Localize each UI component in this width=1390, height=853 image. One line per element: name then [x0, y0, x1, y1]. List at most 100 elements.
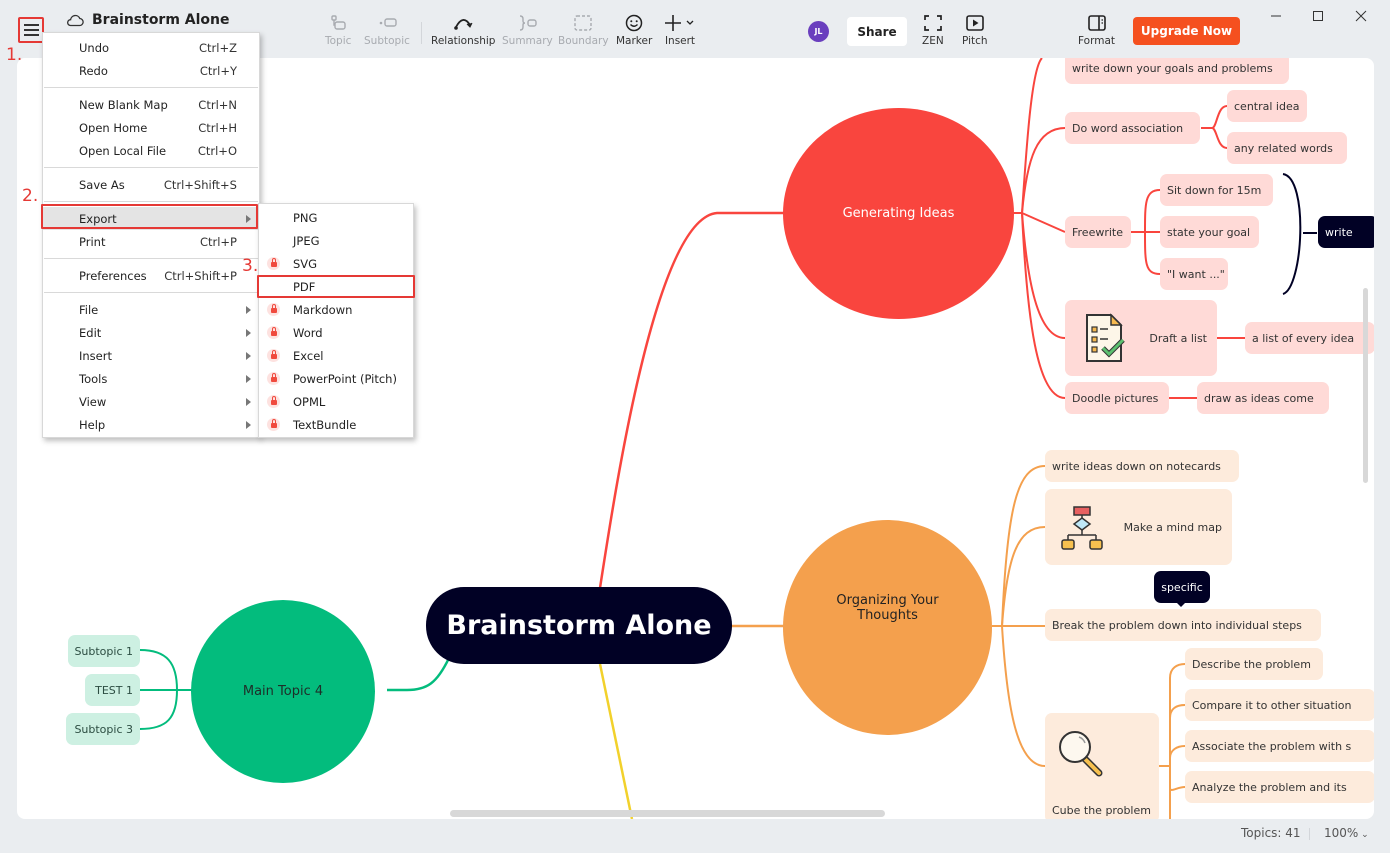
tools-label: Tools — [79, 371, 108, 386]
menu-item-edit[interactable]: Edit — [43, 321, 259, 344]
subtopic-test-1[interactable]: TEST 1 — [85, 674, 140, 706]
zoom-level-dropdown[interactable]: 100% ⌄ — [1324, 826, 1369, 840]
menu-item-redo[interactable]: Redo Ctrl+Y — [43, 59, 259, 82]
pitch-button[interactable]: Pitch — [962, 14, 988, 47]
cube-problem-label: Cube the problem — [1052, 804, 1151, 817]
menu-item-undo[interactable]: Undo Ctrl+Z — [43, 36, 259, 59]
subtopic-notecards[interactable]: write ideas down on notecards — [1045, 450, 1239, 482]
maximize-button[interactable] — [1310, 8, 1326, 24]
subtopic-write-down-goals[interactable]: write down your goals and problems — [1065, 58, 1289, 84]
new-blank-map-label: New Blank Map — [79, 97, 168, 112]
menu-item-open-local-file[interactable]: Open Local File Ctrl+O — [43, 139, 259, 162]
subtopic-state-goal[interactable]: state your goal — [1160, 216, 1259, 248]
relationship-button[interactable]: Relationship — [431, 14, 495, 47]
subtopic-compare[interactable]: Compare it to other situation — [1185, 689, 1374, 721]
marker-button[interactable]: Marker — [616, 14, 652, 47]
boundary-button[interactable]: Boundary — [558, 14, 609, 47]
main-topic-generating-ideas[interactable]: Generating Ideas — [783, 108, 1014, 319]
open-home-label: Open Home — [79, 120, 148, 135]
export-svg[interactable]: SVG — [259, 252, 413, 275]
export-textbundle[interactable]: TextBundle — [259, 413, 413, 436]
word-label: Word — [293, 325, 323, 340]
powerpoint-label: PowerPoint (Pitch) — [293, 371, 397, 386]
insert-button[interactable]: Insert — [664, 14, 696, 47]
summary-write[interactable]: write — [1318, 216, 1374, 248]
export-jpeg[interactable]: JPEG — [259, 229, 413, 252]
document-name: Brainstorm Alone — [92, 12, 230, 28]
menu-item-tools[interactable]: Tools — [43, 367, 259, 390]
menu-divider — [44, 201, 258, 202]
insert-label: Insert — [664, 35, 696, 47]
menu-item-print[interactable]: Print Ctrl+P — [43, 230, 259, 253]
save-as-label: Save As — [79, 177, 125, 192]
export-png[interactable]: PNG — [259, 206, 413, 229]
menu-item-file[interactable]: File — [43, 298, 259, 321]
subtopic-freewrite[interactable]: Freewrite — [1065, 216, 1131, 248]
subtopic-1[interactable]: Subtopic 1 — [68, 635, 140, 667]
menu-item-help[interactable]: Help — [43, 413, 259, 436]
draft-list-label: Draft a list — [1149, 331, 1207, 345]
subtopic-draft-list[interactable]: Draft a list — [1065, 300, 1217, 376]
callout-specific[interactable]: specific — [1154, 571, 1210, 603]
menu-item-new-blank-map[interactable]: New Blank Map Ctrl+N — [43, 93, 259, 116]
subtopic-draw-ideas[interactable]: draw as ideas come — [1197, 382, 1329, 414]
annotation-step-1: 1. — [6, 45, 23, 65]
subtopic-button[interactable]: Subtopic — [364, 14, 410, 47]
open-local-file-label: Open Local File — [79, 143, 167, 158]
cloud-icon — [67, 14, 84, 27]
subtopic-doodle[interactable]: Doodle pictures — [1065, 382, 1169, 414]
submenu-arrow-icon — [246, 329, 251, 337]
subtopic-central-idea[interactable]: central idea — [1227, 90, 1307, 122]
main-menu-button[interactable] — [18, 17, 44, 43]
vertical-scrollbar[interactable] — [1363, 288, 1368, 483]
export-excel[interactable]: Excel — [259, 344, 413, 367]
topic-button[interactable]: Topic — [325, 14, 351, 47]
menu-item-view[interactable]: View — [43, 390, 259, 413]
submenu-arrow-icon — [246, 375, 251, 383]
subtopic-break-problem[interactable]: Break the problem down into individual s… — [1045, 609, 1321, 641]
subtopic-sit-down[interactable]: Sit down for 15m — [1160, 174, 1273, 206]
subtopic-3[interactable]: Subtopic 3 — [66, 713, 140, 745]
topics-count: Topics: 41 — [1241, 826, 1301, 840]
export-submenu: PNG JPEG SVG PDF Markdown Word Excel Pow… — [258, 203, 414, 438]
subtopic-word-association[interactable]: Do word association — [1065, 112, 1200, 144]
format-label: Format — [1078, 35, 1116, 47]
export-markdown[interactable]: Markdown — [259, 298, 413, 321]
subtopic-list-every-idea[interactable]: a list of every idea — [1245, 322, 1374, 354]
undo-label: Undo — [79, 40, 110, 55]
preferences-shortcut: Ctrl+Shift+P — [164, 268, 237, 283]
open-local-file-shortcut: Ctrl+O — [197, 143, 237, 158]
close-button[interactable] — [1353, 8, 1369, 24]
format-button[interactable]: Format — [1078, 14, 1115, 47]
topic-icon — [331, 15, 346, 30]
upgrade-now-button[interactable]: Upgrade Now — [1133, 17, 1240, 45]
export-opml[interactable]: OPML — [259, 390, 413, 413]
subtopic-analyze[interactable]: Analyze the problem and its — [1185, 771, 1374, 803]
subtopic-i-want[interactable]: "I want ..." — [1160, 258, 1228, 290]
menu-item-preferences[interactable]: Preferences Ctrl+Shift+P — [43, 264, 259, 287]
play-icon — [965, 15, 984, 31]
subtopic-associate[interactable]: Associate the problem with s — [1185, 730, 1374, 762]
export-word[interactable]: Word — [259, 321, 413, 344]
main-topic-organizing-thoughts[interactable]: Organizing Your Thoughts — [783, 520, 992, 735]
annotation-box-pdf — [257, 275, 415, 298]
subtopic-describe[interactable]: Describe the problem — [1185, 648, 1323, 680]
subtopic-make-mind-map[interactable]: Make a mind map — [1045, 489, 1232, 565]
subtopic-cube-problem[interactable]: Cube the problem — [1045, 713, 1159, 819]
subtopic-related-words[interactable]: any related words — [1227, 132, 1347, 164]
link-central-generating — [598, 211, 785, 589]
minimize-button[interactable] — [1268, 8, 1284, 24]
menu-item-save-as[interactable]: Save As Ctrl+Shift+S — [43, 173, 259, 196]
zen-button[interactable]: ZEN — [922, 14, 944, 47]
user-avatar[interactable]: JL — [808, 21, 829, 42]
summary-button[interactable]: Summary — [502, 14, 553, 47]
export-powerpoint[interactable]: PowerPoint (Pitch) — [259, 367, 413, 390]
relationship-icon — [454, 19, 473, 30]
share-button[interactable]: Share — [847, 17, 907, 46]
menu-item-open-home[interactable]: Open Home Ctrl+H — [43, 116, 259, 139]
menu-item-insert[interactable]: Insert — [43, 344, 259, 367]
horizontal-scrollbar[interactable] — [450, 810, 885, 817]
main-topic-4[interactable]: Main Topic 4 — [191, 600, 375, 783]
edit-label: Edit — [79, 325, 102, 340]
central-topic[interactable]: Brainstorm Alone — [426, 587, 732, 664]
